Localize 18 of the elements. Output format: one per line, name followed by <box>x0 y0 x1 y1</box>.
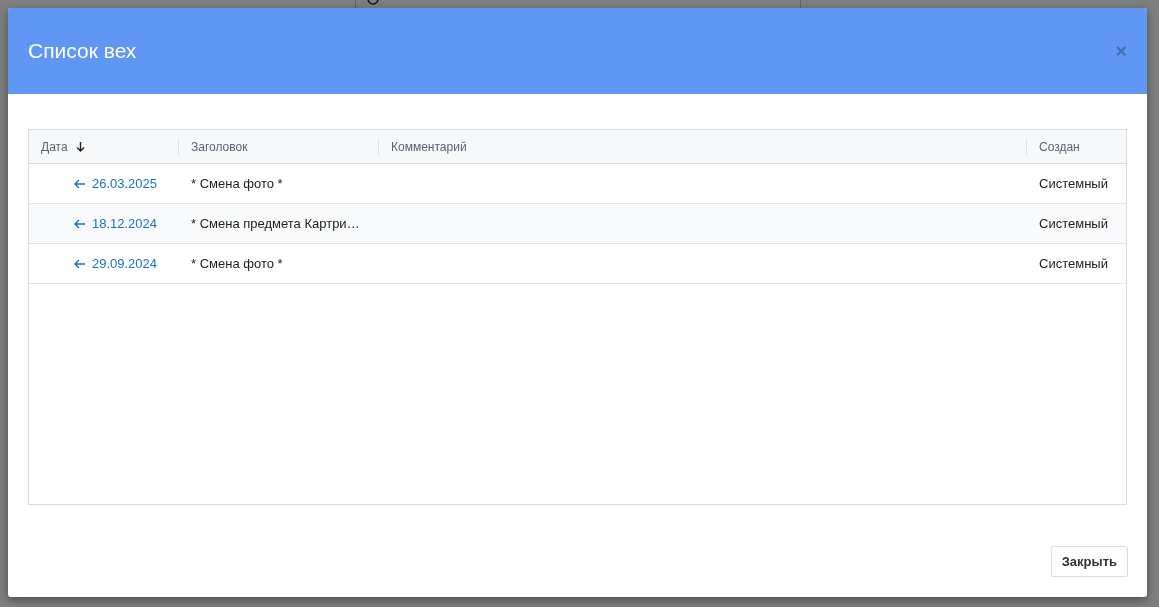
date-link[interactable]: 29.09.2024 <box>73 256 157 271</box>
table-cell: * Смена фото * <box>191 176 283 191</box>
date-link[interactable]: 18.12.2024 <box>73 216 157 231</box>
table-cell: * Смена фото * <box>191 256 283 271</box>
table-cell: Системный <box>1039 216 1108 231</box>
column-header[interactable]: Дата <box>29 138 179 155</box>
table-cell: Системный <box>1039 176 1108 191</box>
column-header[interactable]: Заголовок <box>179 138 379 155</box>
table-cell: Системный <box>1039 256 1108 271</box>
date-link[interactable]: 26.03.2025 <box>73 176 157 191</box>
column-header[interactable]: Создан <box>1027 138 1126 155</box>
dialog-title: Список вех <box>28 39 137 63</box>
arrow-left-icon <box>73 258 86 269</box>
table-cell: * Смена предмета Картри… <box>191 216 360 231</box>
column-header[interactable]: Комментарий <box>379 138 1027 155</box>
arrow-left-icon <box>73 178 86 189</box>
arrow-left-icon <box>73 218 86 229</box>
close-dialog-button[interactable]: Закрыть <box>1050 546 1128 577</box>
